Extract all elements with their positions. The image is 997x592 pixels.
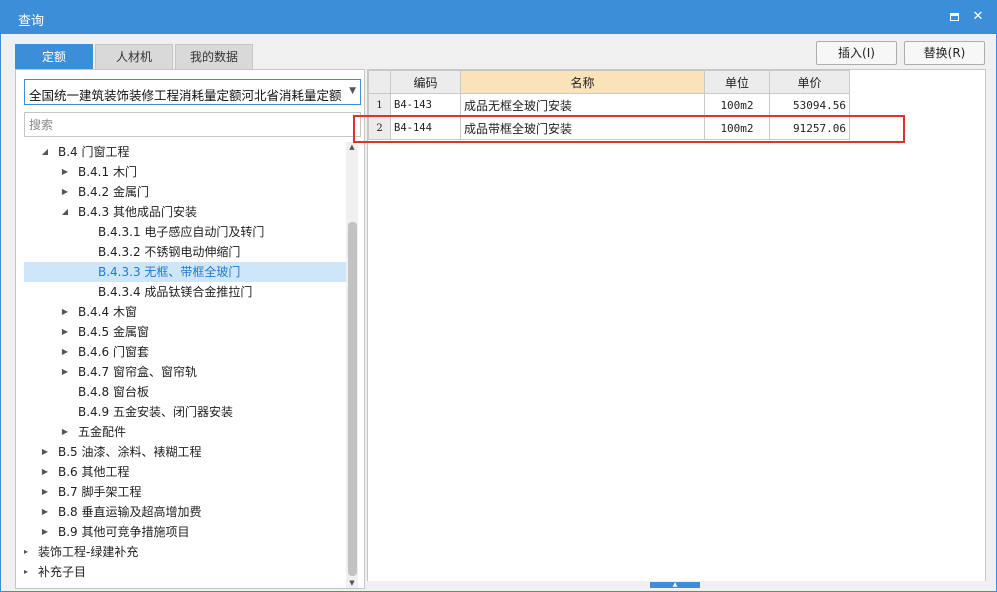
tab-quota[interactable]: 定额 bbox=[15, 44, 93, 69]
tree-node[interactable]: B.4.3.1 电子感应自动门及转门 bbox=[24, 222, 347, 242]
insert-button[interactable]: 插入(I) bbox=[816, 41, 897, 65]
tree-node[interactable]: B.4.9 五金安装、闭门器安装 bbox=[24, 402, 347, 422]
tree-node[interactable]: ▶ B.4.4 木窗 bbox=[24, 302, 347, 322]
row-number-header bbox=[368, 70, 391, 94]
results-panel: 编码 名称 单位 单价 1 B4-143 成品无框全玻门安装 100m2 530… bbox=[367, 69, 986, 584]
tree-node[interactable]: ◢ B.4 门窗工程 bbox=[24, 142, 347, 162]
tree-node[interactable]: B.4.8 窗台板 bbox=[24, 382, 347, 402]
tree-node[interactable]: ▶ B.6 其他工程 bbox=[24, 462, 347, 482]
tree-node[interactable]: ▶ B.8 垂直运输及超高增加费 bbox=[24, 502, 347, 522]
tab-my-data[interactable]: 我的数据 bbox=[175, 44, 253, 69]
tree-node[interactable]: ▶ B.4.2 金属门 bbox=[24, 182, 347, 202]
table-header-row: 编码 名称 单位 单价 bbox=[368, 70, 850, 94]
quota-tree-panel: 全国统一建筑装饰装修工程消耗量定额河北省消耗量定额(20 ▼ ◢B.4 门窗工程… bbox=[15, 69, 365, 589]
tree-node[interactable]: ▶ B.4.6 门窗套 bbox=[24, 342, 347, 362]
scroll-down-icon[interactable]: ▼ bbox=[346, 578, 358, 588]
expanded-arrow-icon[interactable]: ◢ bbox=[60, 202, 70, 222]
collapsed-arrow-icon[interactable]: ▶ bbox=[60, 362, 70, 382]
quota-tree: ◢ B.4 门窗工程 ▶ B.4.1 木门 ▶ B.4.2 金属门 ◢ B.4.3 其他… bbox=[24, 142, 347, 586]
collapsed-arrow-icon[interactable]: ▶ bbox=[60, 342, 70, 362]
scroll-up-icon[interactable]: ▲ bbox=[346, 142, 358, 152]
table-row[interactable]: 1 B4-143 成品无框全玻门安装 100m2 53094.56 bbox=[368, 93, 850, 117]
tree-node[interactable]: ◢ B.4.3 其他成品门安装 bbox=[24, 202, 347, 222]
collapsed-arrow-icon[interactable]: ▶ bbox=[60, 302, 70, 322]
tree-node[interactable]: ▶ 装饰工程-绿建补充 bbox=[24, 542, 347, 562]
collapsed-arrow-icon[interactable]: ▶ bbox=[60, 322, 70, 342]
splitter-grip-icon[interactable]: ▲ bbox=[650, 582, 700, 588]
window-title: 查询 bbox=[18, 14, 45, 29]
search-field[interactable] bbox=[24, 112, 361, 137]
collapsed-arrow-icon[interactable]: ▶ bbox=[40, 462, 50, 482]
collapsed-arrow-icon[interactable]: ▶ bbox=[60, 182, 70, 202]
collapsed-arrow-icon[interactable]: ▶ bbox=[40, 482, 50, 502]
replace-button[interactable]: 替换(R) bbox=[904, 41, 985, 65]
tree-node[interactable]: B.4.3.2 不锈钢电动伸缩门 bbox=[24, 242, 347, 262]
tree-node[interactable]: ▶ B.4.1 木门 bbox=[24, 162, 347, 182]
title-bar: 查询 ✕ bbox=[1, 1, 996, 34]
close-icon[interactable]: ✕ bbox=[968, 7, 988, 27]
cell-name[interactable]: 成品无框全玻门安装 bbox=[460, 93, 705, 117]
tree-node[interactable]: ▶ B.4.5 金属窗 bbox=[24, 322, 347, 342]
library-select-value: 全国统一建筑装饰装修工程消耗量定额河北省消耗量定额(20 bbox=[29, 88, 341, 103]
collapsed-arrow-icon[interactable]: ▶ bbox=[40, 522, 50, 542]
splitter-bar[interactable]: ▲ bbox=[367, 581, 986, 591]
scrollbar-thumb[interactable] bbox=[348, 222, 357, 576]
collapsed-arrow-icon[interactable]: ▶ bbox=[40, 442, 50, 462]
tree-node[interactable]: ▶ B.7 脚手架工程 bbox=[24, 482, 347, 502]
cell-price[interactable]: 53094.56 bbox=[769, 93, 850, 117]
tree-node[interactable]: ▶ 五金配件 bbox=[24, 422, 347, 442]
library-select[interactable]: 全国统一建筑装饰装修工程消耗量定额河北省消耗量定额(20 ▼ bbox=[24, 79, 361, 105]
tree-node[interactable]: ▶ B.4.7 窗帘盒、窗帘轨 bbox=[24, 362, 347, 382]
tree-node[interactable]: ▶ B.9 其他可竞争措施项目 bbox=[24, 522, 347, 542]
tree-scrollbar[interactable]: ▲ ▼ bbox=[346, 142, 358, 588]
chevron-down-icon[interactable]: ▼ bbox=[349, 86, 356, 96]
tree-node[interactable]: B.4.3.4 成品钛镁合金推拉门 bbox=[24, 282, 347, 302]
maximize-icon[interactable] bbox=[944, 7, 964, 27]
collapsed-arrow-icon[interactable]: ▶ bbox=[40, 502, 50, 522]
tree-node[interactable]: ▶ B.5 油漆、涂料、裱糊工程 bbox=[24, 442, 347, 462]
tab-labor-material-machine[interactable]: 人材机 bbox=[95, 44, 173, 69]
row-number: 1 bbox=[368, 93, 391, 117]
search-input[interactable] bbox=[25, 113, 360, 136]
query-dialog: 查询 ✕ 定额 人材机 我的数据 插入(I) 替换(R) 全国统一建筑装饰装修工… bbox=[0, 0, 997, 592]
collapsed-arrow-icon[interactable]: ▶ bbox=[24, 542, 30, 562]
collapsed-arrow-icon[interactable]: ▶ bbox=[60, 422, 70, 442]
collapsed-arrow-icon[interactable]: ▶ bbox=[60, 162, 70, 182]
expanded-arrow-icon[interactable]: ◢ bbox=[40, 142, 50, 162]
column-header-code[interactable]: 编码 bbox=[390, 70, 461, 94]
cell-unit[interactable]: 100m2 bbox=[704, 93, 770, 117]
column-header-name[interactable]: 名称 bbox=[460, 70, 705, 94]
column-header-price[interactable]: 单价 bbox=[769, 70, 850, 94]
cell-code[interactable]: B4-143 bbox=[390, 93, 461, 117]
tree-node-selected[interactable]: B.4.3.3 无框、带框全玻门 bbox=[24, 262, 347, 282]
tree-node[interactable]: ▶ 补充子目 bbox=[24, 562, 347, 582]
column-header-unit[interactable]: 单位 bbox=[704, 70, 770, 94]
collapsed-arrow-icon[interactable]: ▶ bbox=[24, 562, 30, 582]
annotation-highlight-box bbox=[353, 115, 905, 143]
